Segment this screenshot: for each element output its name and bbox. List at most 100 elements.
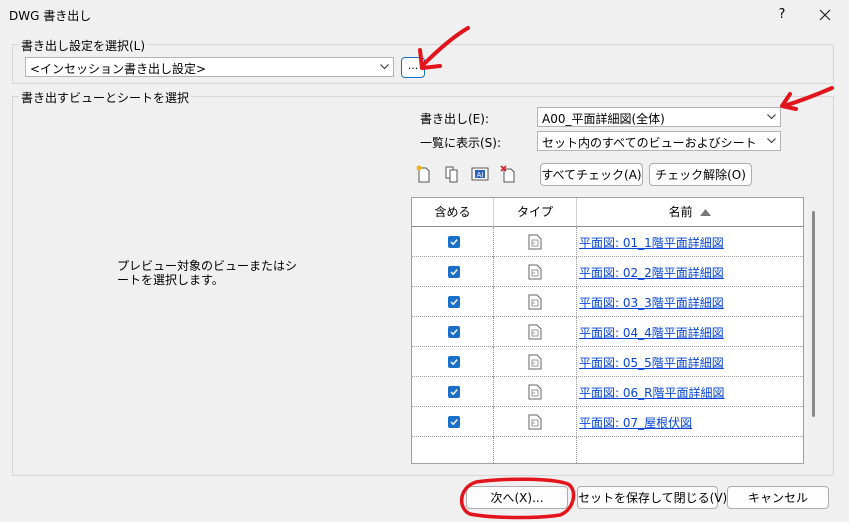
- name-cell: 平面図: 01_1階平面詳細図: [577, 227, 803, 257]
- checkmark-icon: [450, 299, 458, 306]
- type-cell: [494, 377, 577, 407]
- table-row[interactable]: 平面図: 06_R階平面詳細図: [412, 377, 803, 407]
- view-name-link[interactable]: 平面図: 02_2階平面詳細図: [579, 264, 724, 281]
- show-label: 一覧に表示(S):: [420, 136, 502, 150]
- sort-ascending-icon: [700, 209, 712, 216]
- type-cell: [494, 257, 577, 287]
- export-value: A00_平面詳細図(全体): [542, 112, 665, 126]
- export-setup-combo[interactable]: <インセッション書き出し設定>: [25, 57, 394, 77]
- delete-set-button[interactable]: [498, 164, 518, 184]
- close-icon: [819, 9, 831, 21]
- table-row[interactable]: 平面図: 01_1階平面詳細図: [412, 227, 803, 257]
- floor-plan-icon: [528, 354, 542, 370]
- view-name-link[interactable]: 平面図: 07_屋根伏図: [579, 414, 692, 431]
- rename-icon: AI: [471, 167, 489, 181]
- svg-text:AI: AI: [477, 171, 484, 179]
- column-header-type[interactable]: タイプ: [494, 198, 577, 227]
- name-cell: 平面図: 06_R階平面詳細図: [577, 377, 803, 407]
- include-cell: [412, 257, 494, 287]
- chevron-down-icon: [767, 114, 776, 120]
- help-button[interactable]: ?: [770, 3, 794, 27]
- table-row[interactable]: 平面図: 03_3階平面詳細図: [412, 287, 803, 317]
- annotation-arrow-browse: [418, 26, 470, 70]
- uncheck-all-button[interactable]: チェック解除(O): [649, 163, 752, 186]
- include-cell: [412, 407, 494, 437]
- annotation-arrow-export: [780, 86, 834, 111]
- export-label: 書き出し(E):: [420, 112, 489, 126]
- duplicate-icon: [445, 166, 458, 183]
- view-name-link[interactable]: 平面図: 03_3階平面詳細図: [579, 294, 724, 311]
- window-title: DWG 書き出し: [9, 9, 92, 23]
- floor-plan-icon: [528, 234, 542, 250]
- table-row[interactable]: 平面図: 05_5階平面詳細図: [412, 347, 803, 377]
- table-row-empty: [412, 437, 803, 463]
- name-cell: 平面図: 05_5階平面詳細図: [577, 347, 803, 377]
- include-cell: [412, 377, 494, 407]
- name-cell: 平面図: 02_2階平面詳細図: [577, 257, 803, 287]
- view-name-link[interactable]: 平面図: 06_R階平面詳細図: [579, 384, 724, 401]
- duplicate-set-button[interactable]: [442, 164, 462, 184]
- floor-plan-icon: [528, 264, 542, 280]
- include-cell: [412, 347, 494, 377]
- include-checkbox[interactable]: [448, 236, 460, 248]
- show-combo[interactable]: セット内のすべてのビューおよびシート: [537, 131, 781, 151]
- column-header-include[interactable]: 含める: [412, 198, 494, 227]
- checkmark-icon: [450, 419, 458, 426]
- floor-plan-icon: [528, 294, 542, 310]
- export-combo[interactable]: A00_平面詳細図(全体): [537, 107, 781, 127]
- views-legend: 書き出すビューとシートを選択: [19, 89, 192, 106]
- floor-plan-icon: [528, 414, 542, 430]
- delete-icon: [500, 165, 515, 183]
- include-checkbox[interactable]: [448, 326, 460, 338]
- include-checkbox[interactable]: [448, 386, 460, 398]
- check-all-button[interactable]: すべてチェック(A): [540, 163, 643, 186]
- table-row[interactable]: 平面図: 07_屋根伏図: [412, 407, 803, 437]
- include-checkbox[interactable]: [448, 266, 460, 278]
- save-close-button[interactable]: セットを保存して閉じる(V): [577, 486, 727, 509]
- floor-plan-icon: [528, 384, 542, 400]
- cancel-label: キャンセル: [747, 491, 808, 505]
- show-value: セット内のすべてのビューおよびシート: [542, 136, 757, 150]
- chevron-down-icon: [767, 138, 776, 144]
- scrollbar-thumb[interactable]: [812, 211, 815, 417]
- help-icon: ?: [778, 7, 786, 22]
- name-cell: 平面図: 03_3階平面詳細図: [577, 287, 803, 317]
- floor-plan-icon: [528, 324, 542, 340]
- save-close-label: セットを保存して閉じる(V): [578, 491, 728, 505]
- check-all-label: すべてチェック(A): [541, 168, 642, 182]
- checkmark-icon: [450, 329, 458, 336]
- chevron-down-icon: [380, 64, 389, 70]
- view-name-link[interactable]: 平面図: 04_4階平面詳細図: [579, 324, 724, 341]
- include-cell: [412, 317, 494, 347]
- table-row[interactable]: 平面図: 02_2階平面詳細図: [412, 257, 803, 287]
- type-cell: [494, 227, 577, 257]
- include-checkbox[interactable]: [448, 416, 460, 428]
- include-cell: [412, 287, 494, 317]
- type-cell: [494, 347, 577, 377]
- type-cell: [494, 317, 577, 347]
- include-cell: [412, 227, 494, 257]
- checkmark-icon: [450, 359, 458, 366]
- column-header-name[interactable]: 名前: [577, 198, 803, 227]
- include-checkbox[interactable]: [448, 296, 460, 308]
- table-row[interactable]: 平面図: 04_4階平面詳細図: [412, 317, 803, 347]
- view-name-link[interactable]: 平面図: 01_1階平面詳細図: [579, 234, 724, 251]
- export-setup-legend: 書き出し設定を選択(L): [19, 37, 148, 54]
- uncheck-all-label: チェック解除(O): [655, 168, 746, 182]
- name-cell: 平面図: 04_4階平面詳細図: [577, 317, 803, 347]
- name-cell: 平面図: 07_屋根伏図: [577, 407, 803, 437]
- include-checkbox[interactable]: [448, 356, 460, 368]
- rename-set-button[interactable]: AI: [470, 164, 490, 184]
- new-set-button[interactable]: [414, 164, 434, 184]
- annotation-circle-next: [460, 477, 576, 520]
- checkmark-icon: [450, 269, 458, 276]
- checkmark-icon: [450, 389, 458, 396]
- close-button[interactable]: [812, 3, 838, 27]
- preview-text: プレビュー対象のビューまたはシートを選択します。: [117, 259, 298, 287]
- cancel-button[interactable]: キャンセル: [727, 486, 829, 509]
- type-cell: [494, 287, 577, 317]
- views-table: 含める タイプ 名前 平面図: 01_1階平面詳細図 平面図: 02_2階平面詳細…: [411, 197, 804, 464]
- new-sheet-icon: [416, 165, 430, 183]
- export-setup-value: <インセッション書き出し設定>: [30, 62, 207, 76]
- view-name-link[interactable]: 平面図: 05_5階平面詳細図: [579, 354, 724, 371]
